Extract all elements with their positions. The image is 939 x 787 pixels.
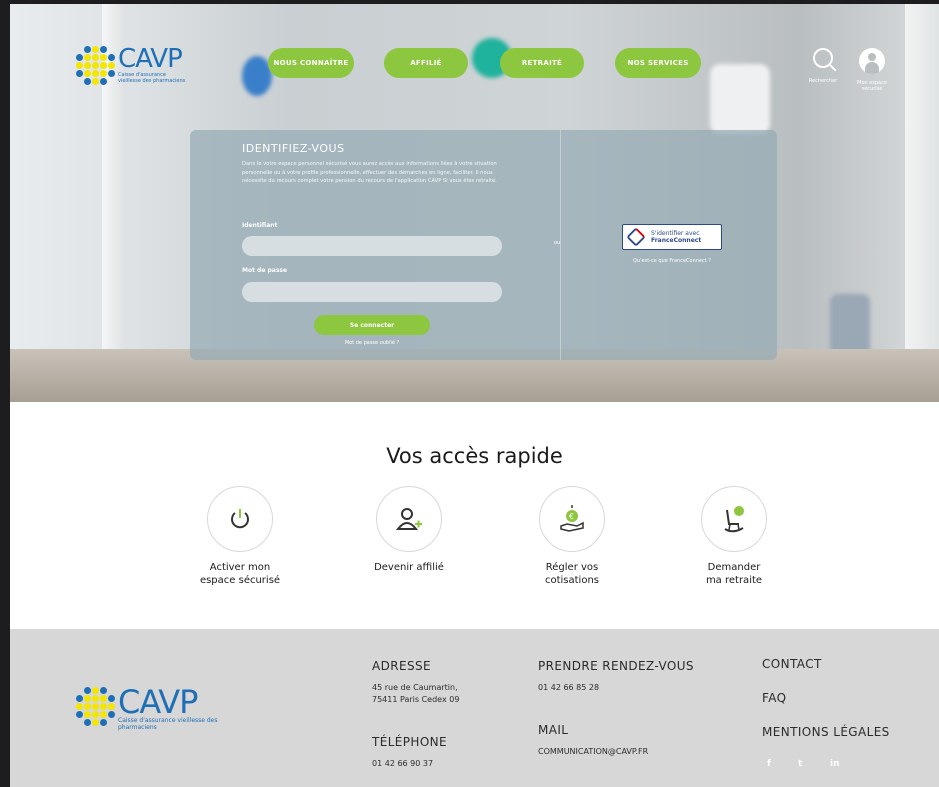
quick-access-label: Demander	[707, 562, 761, 573]
quick-access-pay-contributions[interactable]: € Régler vos cotisations	[512, 486, 632, 587]
mail-heading: MAIL	[538, 723, 569, 737]
background-blob	[710, 64, 770, 134]
power-icon	[207, 486, 273, 552]
login-panel: IDENTIFIEZ-VOUS Dans le votre espace per…	[190, 130, 777, 360]
facebook-icon[interactable]: f	[767, 759, 771, 769]
logo-name: CAVP	[118, 44, 183, 74]
address-heading: ADRESSE	[372, 659, 431, 673]
account-button[interactable]: Mon espace sécurisé	[850, 48, 894, 92]
nav-retraite[interactable]: RETRAITÉ	[500, 48, 584, 78]
twitter-icon[interactable]: t	[798, 759, 802, 769]
nav-nous-connaitre[interactable]: NOUS CONNAÎTRE	[268, 48, 354, 78]
svg-text:€: €	[569, 512, 574, 521]
phone-heading: TÉLÉPHONE	[372, 735, 448, 749]
login-description: Dans le votre espace personnel sécurisé …	[242, 161, 497, 184]
nav-affilie[interactable]: AFFILIÉ	[384, 48, 468, 78]
mail-link[interactable]: COMMUNICATION@CAVP.FR	[538, 746, 648, 758]
search-icon	[813, 48, 833, 68]
identifier-label: Identifiant	[242, 222, 278, 229]
address-line1: 45 rue de Caumartin,	[372, 683, 458, 692]
user-add-icon	[376, 486, 442, 552]
login-button[interactable]: Se connecter	[314, 315, 430, 335]
footer-logo-name: CAVP	[118, 683, 198, 721]
linkedin-icon[interactable]: in	[830, 759, 840, 769]
appointment-phone[interactable]: 01 42 66 85 28	[538, 682, 599, 694]
user-icon	[859, 48, 885, 74]
footer: CAVP Caisse d'assurance vieillesse des p…	[10, 629, 939, 787]
franceconnect-button[interactable]: S'identifier avec FranceConnect	[622, 224, 722, 250]
or-label: ou	[554, 240, 561, 246]
identifier-input[interactable]	[242, 236, 502, 256]
quick-access-label: Devenir affilié	[374, 562, 444, 573]
forgot-password-link[interactable]: Mot de passe oublié ?	[290, 340, 454, 346]
quick-access-request-retirement[interactable]: Demander ma retraite	[674, 486, 794, 587]
account-label: Mon espace sécurisé	[857, 80, 887, 92]
franceconnect-info-link[interactable]: Qu'est-ce que FranceConnect ?	[610, 258, 734, 264]
franceconnect-line1: S'identifier avec	[651, 230, 700, 237]
quick-access-label: Régler vos	[545, 562, 599, 573]
quick-access-label: espace sécurisé	[199, 575, 281, 586]
quick-access-label: ma retraite	[705, 575, 763, 586]
logo-mark	[76, 46, 115, 85]
legal-link[interactable]: MENTIONS LÉGALES	[762, 725, 890, 739]
background-shelf-pole	[905, 4, 939, 402]
phone-number[interactable]: 01 42 66 90 37	[372, 758, 433, 770]
nav-nos-services[interactable]: NOS SERVICES	[615, 48, 701, 78]
quick-access-label: cotisations	[544, 575, 600, 586]
search-button[interactable]: Rechercher	[805, 48, 841, 84]
footer-logo[interactable]: CAVP Caisse d'assurance vieillesse des p…	[76, 683, 218, 731]
page: CAVP Caisse d'assurance vieillesse des p…	[10, 4, 939, 787]
logo[interactable]: CAVP Caisse d'assurance vieillesse des p…	[76, 46, 188, 85]
franceconnect-icon	[626, 227, 646, 247]
footer-logo-tagline: Caisse d'assurance vieillesse des pharma…	[118, 717, 218, 731]
quick-access-label: Activer mon	[209, 562, 271, 573]
quick-access-title: Vos accès rapide	[386, 444, 563, 468]
euro-hand-icon: €	[539, 486, 605, 552]
rocking-chair-icon	[701, 486, 767, 552]
address-line2: 75411 Paris Cedex 09	[372, 695, 460, 704]
password-input[interactable]	[242, 282, 502, 302]
login-title: IDENTIFIEZ-VOUS	[242, 142, 345, 155]
search-label: Rechercher	[808, 78, 838, 84]
password-label: Mot de passe	[242, 267, 288, 274]
faq-link[interactable]: FAQ	[762, 691, 786, 705]
contact-link[interactable]: CONTACT	[762, 657, 822, 671]
appointment-heading: PRENDRE RENDEZ-VOUS	[538, 659, 694, 673]
franceconnect-line2: FranceConnect	[651, 237, 702, 244]
quick-access-become-member[interactable]: Devenir affilié	[349, 486, 469, 574]
quick-access-activate[interactable]: Activer mon espace sécurisé	[180, 486, 300, 587]
hero-banner: CAVP Caisse d'assurance vieillesse des p…	[10, 4, 939, 402]
logo-mark	[76, 687, 115, 726]
